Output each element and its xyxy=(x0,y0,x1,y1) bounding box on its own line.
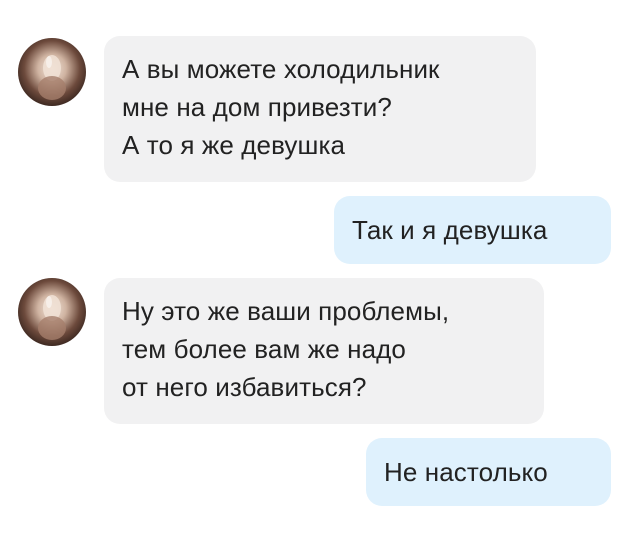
avatar[interactable] xyxy=(18,38,86,106)
message-text-line: от него избавиться? xyxy=(122,372,367,402)
message-text-line: мне на дом привезти? xyxy=(122,92,392,122)
avatar-photo-icon xyxy=(38,295,66,340)
message-bubble-outgoing[interactable]: Так и я девушка xyxy=(334,196,611,264)
message-bubble-incoming[interactable]: Ну это же ваши проблемы, тем более вам ж… xyxy=(104,278,544,424)
message-bubble-incoming[interactable]: А вы можете холодильник мне на дом приве… xyxy=(104,36,536,182)
message-text-line: тем более вам же надо xyxy=(122,334,406,364)
message-text-line: Так и я девушка xyxy=(352,215,548,245)
chat-conversation: А вы можете холодильник мне на дом приве… xyxy=(0,0,640,542)
message-text-line: А вы можете холодильник xyxy=(122,54,440,84)
avatar[interactable] xyxy=(18,278,86,346)
message-text-line: Не настолько xyxy=(384,457,548,487)
avatar-photo-icon xyxy=(38,55,66,100)
message-text-line: Ну это же ваши проблемы, xyxy=(122,296,450,326)
message-bubble-outgoing[interactable]: Не настолько xyxy=(366,438,611,506)
message-text-line: А то я же девушка xyxy=(122,130,346,160)
